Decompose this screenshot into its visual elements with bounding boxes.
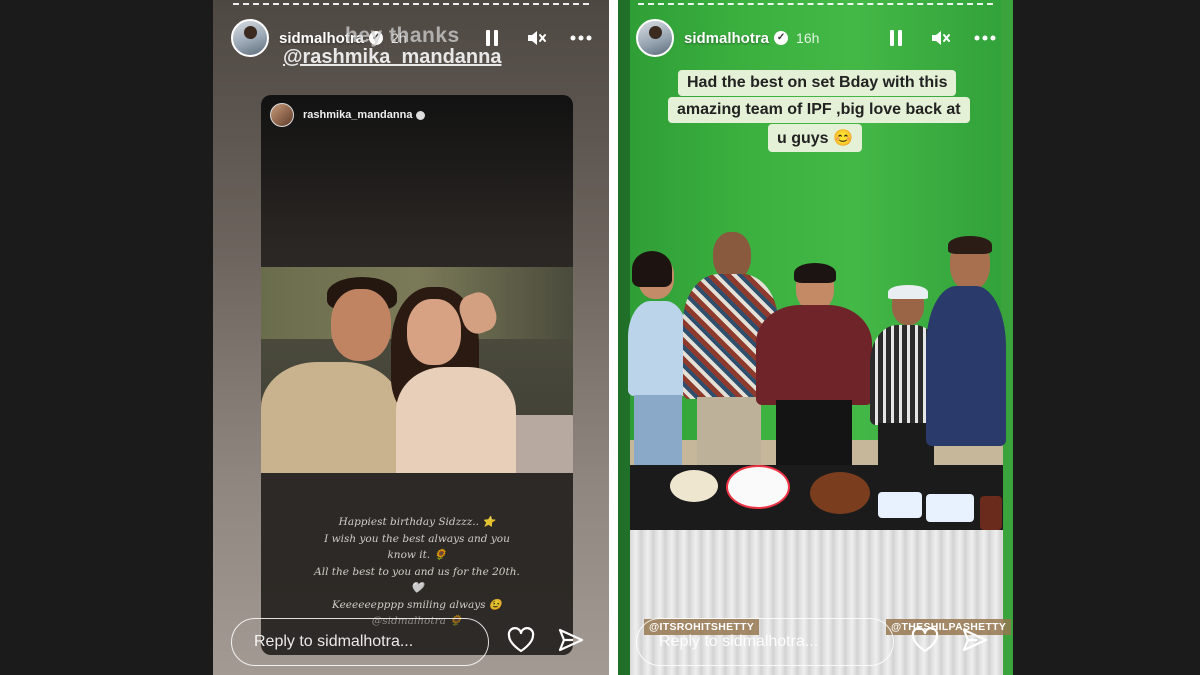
story-progress-bar (638, 3, 993, 6)
shared-post-avatar (270, 103, 294, 127)
cake (726, 465, 790, 509)
reply-input[interactable] (636, 618, 894, 666)
pause-icon[interactable] (885, 27, 907, 49)
shared-post-header: rashmika_mandanna (270, 103, 426, 127)
cake (980, 496, 1002, 530)
username[interactable]: sidmalhotra (684, 30, 769, 47)
more-icon[interactable] (569, 27, 592, 49)
caption-line: I wish you the best always and you (324, 532, 510, 545)
cupcakes (878, 492, 922, 518)
story-right: sidmalhotra ✓ 16h Had the best on set Bd… (618, 0, 1013, 675)
caption-line: 🤍 (410, 582, 424, 594)
story-divider (609, 0, 618, 675)
story-progress-bar (233, 3, 589, 6)
cupcakes (926, 494, 974, 522)
avatar[interactable] (231, 19, 269, 57)
shared-post-caption: Happiest birthday Sidzzz.. ⭐ I wish you … (305, 515, 529, 631)
more-icon[interactable] (973, 27, 996, 49)
story-time: 16h (796, 30, 820, 46)
reply-bar (636, 617, 995, 667)
person-5 (926, 236, 1006, 478)
story-caption-line: u guys 😊 (768, 124, 862, 152)
story-text-sticker: hey thanks (345, 24, 460, 47)
reply-bar (231, 617, 591, 667)
mute-icon[interactable] (929, 27, 951, 49)
person-3-sidharth (756, 263, 872, 485)
mention-sticker[interactable]: @rashmika_mandanna (283, 46, 501, 69)
verified-badge-icon: ✓ (774, 31, 789, 45)
send-icon[interactable] (961, 627, 989, 658)
story-header: sidmalhotra ✓ 16h (636, 18, 996, 58)
shared-post-photo (261, 267, 573, 473)
verified-badge-icon (416, 110, 426, 120)
cake (810, 472, 870, 514)
mute-icon[interactable] (525, 27, 547, 49)
story-caption-line: Had the best on set Bday with this (678, 70, 957, 96)
reply-input[interactable] (231, 618, 489, 666)
story-left: sidmalhotra ✓ 2h hey thanks @rashmika_ma… (213, 0, 609, 675)
caption-line: Keeeeeepppp smiling always 😉 (332, 598, 502, 611)
caption-line: All the best to you and us for the 20th. (314, 565, 520, 578)
caption-line: know it. 🌻 (387, 549, 447, 561)
shared-post-card[interactable]: rashmika_mandanna Happiest birthday Sidz… (261, 95, 573, 655)
send-icon[interactable] (557, 627, 585, 658)
person-1 (628, 251, 688, 470)
cake (670, 470, 718, 502)
story-caption-line: amazing team of IPF ,big love back at (668, 97, 970, 123)
avatar[interactable] (636, 19, 674, 57)
heart-icon[interactable] (911, 626, 939, 658)
caption-line: Happiest birthday Sidzzz.. ⭐ (338, 516, 496, 528)
heart-icon[interactable] (507, 626, 535, 658)
shared-post-username: rashmika_mandanna (303, 109, 413, 121)
